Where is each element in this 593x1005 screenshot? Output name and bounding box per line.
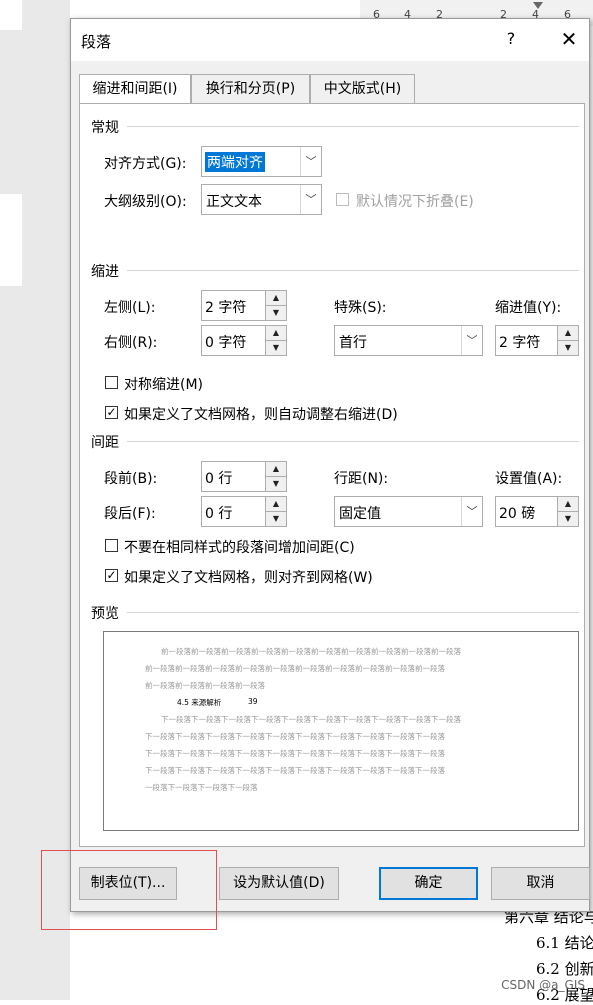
divider (127, 612, 579, 613)
spin-up-icon[interactable]: ▲ (265, 291, 286, 306)
space-before-value: 0 行 (205, 471, 233, 487)
chevron-down-icon[interactable]: ﹀ (461, 497, 482, 526)
spin-down-icon[interactable]: ▼ (265, 341, 286, 355)
tab-asian-typography[interactable]: 中文版式(H) (310, 74, 415, 104)
snap-to-grid-checkbox[interactable]: ✓ (105, 569, 118, 582)
left-indent-spinner[interactable]: 2 字符 ▲ ▼ (201, 290, 287, 321)
tab-line-page-breaks[interactable]: 换行和分页(P) (191, 74, 310, 104)
divider (127, 126, 579, 127)
collapse-label: 默认情况下折叠(E) (356, 194, 474, 210)
left-indent-value: 2 字符 (205, 300, 247, 316)
margin-block (0, 194, 22, 286)
preview-next-line: 下一段落下一段落下一段落下一段落下一段落下一段落下一段落下一段落下一段落下一段落 (161, 715, 461, 724)
spacing-at-spinner[interactable]: 20 磅 ▲ ▼ (495, 496, 579, 527)
right-indent-value: 0 字符 (205, 335, 247, 351)
space-before-label: 段前(B): (104, 471, 158, 487)
line-spacing-select[interactable]: 固定值 ﹀ (334, 496, 483, 527)
divider (127, 441, 579, 442)
preview-next-line: 下一段落下一段落下一段落下一段落下一段落下一段落下一段落下一段落下一段落下一段落 (145, 766, 445, 775)
spin-down-icon[interactable]: ▼ (265, 306, 286, 320)
indent-by-label: 缩进值(Y): (495, 300, 562, 316)
preview-next-line: 下一段落下一段落下一段落下一段落下一段落下一段落下一段落下一段落下一段落下一段落 (145, 749, 445, 758)
doc-line: 6.1 结论 (536, 934, 593, 952)
margin-block (0, 0, 22, 30)
ok-button[interactable]: 确定 (379, 867, 478, 900)
indent-marker-icon[interactable] (533, 2, 543, 9)
doc-line: 6.2 创新点 (536, 960, 593, 978)
spin-up-icon[interactable]: ▲ (557, 326, 578, 341)
preview-box: 前一段落前一段落前一段落前一段落前一段落前一段落前一段落前一段落前一段落前一段落… (103, 631, 579, 831)
set-default-button[interactable]: 设为默认值(D) (219, 867, 339, 900)
spin-down-icon[interactable]: ▼ (265, 477, 286, 491)
no-space-same-style-label: 不要在相同样式的段落间增加间距(C) (124, 540, 355, 556)
preview-prev-line: 前一段落前一段落前一段落前一段落前一段落前一段落前一段落前一段落前一段落前一段落 (145, 664, 445, 673)
special-label: 特殊(S): (334, 300, 387, 316)
preview-prev-line: 前一段落前一段落前一段落前一段落前一段落前一段落前一段落前一段落前一段落前一段落 (161, 647, 461, 656)
space-after-value: 0 行 (205, 506, 233, 522)
divider (127, 270, 579, 271)
mirror-indents-label: 对称缩进(M) (124, 377, 204, 393)
special-select[interactable]: 首行 ﹀ (334, 325, 483, 356)
outline-level-select[interactable]: 正文文本 ﹀ (201, 184, 322, 215)
preview-prev-line: 前一段落前一段落前一段落前一段落 (145, 681, 265, 690)
no-space-same-style-checkbox[interactable] (105, 539, 118, 552)
indent-heading: 缩进 (91, 264, 119, 280)
space-before-spinner[interactable]: 0 行 ▲ ▼ (201, 461, 287, 492)
collapse-checkbox[interactable] (336, 193, 349, 206)
preview-heading: 预览 (91, 606, 119, 622)
spin-up-icon[interactable]: ▲ (265, 497, 286, 512)
spin-up-icon[interactable]: ▲ (265, 326, 286, 341)
spin-up-icon[interactable]: ▲ (557, 497, 578, 512)
outline-level-value: 正文文本 (206, 194, 262, 210)
tab-indents-spacing[interactable]: 缩进和间距(I) (79, 74, 191, 105)
preview-next-line: 一段落下一段落下一段落下一段落 (145, 783, 258, 792)
left-indent-label: 左侧(L): (104, 300, 156, 316)
spin-down-icon[interactable]: ▼ (557, 512, 578, 526)
help-button[interactable]: ? (501, 29, 521, 48)
auto-adjust-checkbox[interactable]: ✓ (105, 406, 118, 419)
mirror-indents-checkbox[interactable] (105, 376, 118, 389)
line-spacing-value: 固定值 (339, 506, 381, 522)
right-indent-label: 右侧(R): (104, 335, 158, 351)
space-after-spinner[interactable]: 0 行 ▲ ▼ (201, 496, 287, 527)
alignment-value: 两端对齐 (205, 152, 265, 172)
space-after-label: 段后(F): (104, 506, 156, 522)
special-value: 首行 (339, 335, 367, 351)
highlight-annotation (41, 850, 217, 930)
dialog-titlebar[interactable]: 段落 ? ✕ (71, 19, 589, 61)
snap-to-grid-label: 如果定义了文档网格，则对齐到网格(W) (124, 570, 373, 586)
alignment-label: 对齐方式(G): (104, 156, 187, 172)
preview-sample-number: 39 (248, 697, 258, 706)
close-button[interactable]: ✕ (557, 27, 581, 51)
paragraph-dialog: 段落 ? ✕ 缩进和间距(I) 换行和分页(P) 中文版式(H) 常规 对齐方式… (70, 18, 590, 912)
preview-next-line: 下一段落下一段落下一段落下一段落下一段落下一段落下一段落下一段落下一段落下一段落 (145, 732, 445, 741)
general-heading: 常规 (91, 120, 119, 136)
spin-down-icon[interactable]: ▼ (265, 512, 286, 526)
indent-by-spinner[interactable]: 2 字符 ▲ ▼ (495, 325, 579, 356)
cancel-button[interactable]: 取消 (491, 867, 590, 900)
spin-down-icon[interactable]: ▼ (557, 341, 578, 355)
dialog-title: 段落 (81, 33, 112, 51)
spacing-at-value: 20 磅 (499, 506, 536, 522)
preview-sample-text: 4.5 来源解析 (177, 698, 222, 707)
alignment-select[interactable]: 两端对齐 ﹀ (201, 146, 322, 177)
auto-adjust-label: 如果定义了文档网格，则自动调整右缩进(D) (124, 407, 398, 423)
spin-up-icon[interactable]: ▲ (265, 462, 286, 477)
watermark: CSDN @a_GIS (501, 978, 585, 992)
outline-level-label: 大纲级别(O): (104, 194, 187, 210)
spacing-heading: 间距 (91, 435, 119, 451)
indent-by-value: 2 字符 (499, 335, 541, 351)
chevron-down-icon[interactable]: ﹀ (300, 185, 321, 214)
right-indent-spinner[interactable]: 0 字符 ▲ ▼ (201, 325, 287, 356)
chevron-down-icon[interactable]: ﹀ (461, 326, 482, 355)
line-spacing-label: 行距(N): (334, 471, 389, 487)
spacing-at-label: 设置值(A): (495, 471, 563, 487)
chevron-down-icon[interactable]: ﹀ (300, 147, 321, 176)
